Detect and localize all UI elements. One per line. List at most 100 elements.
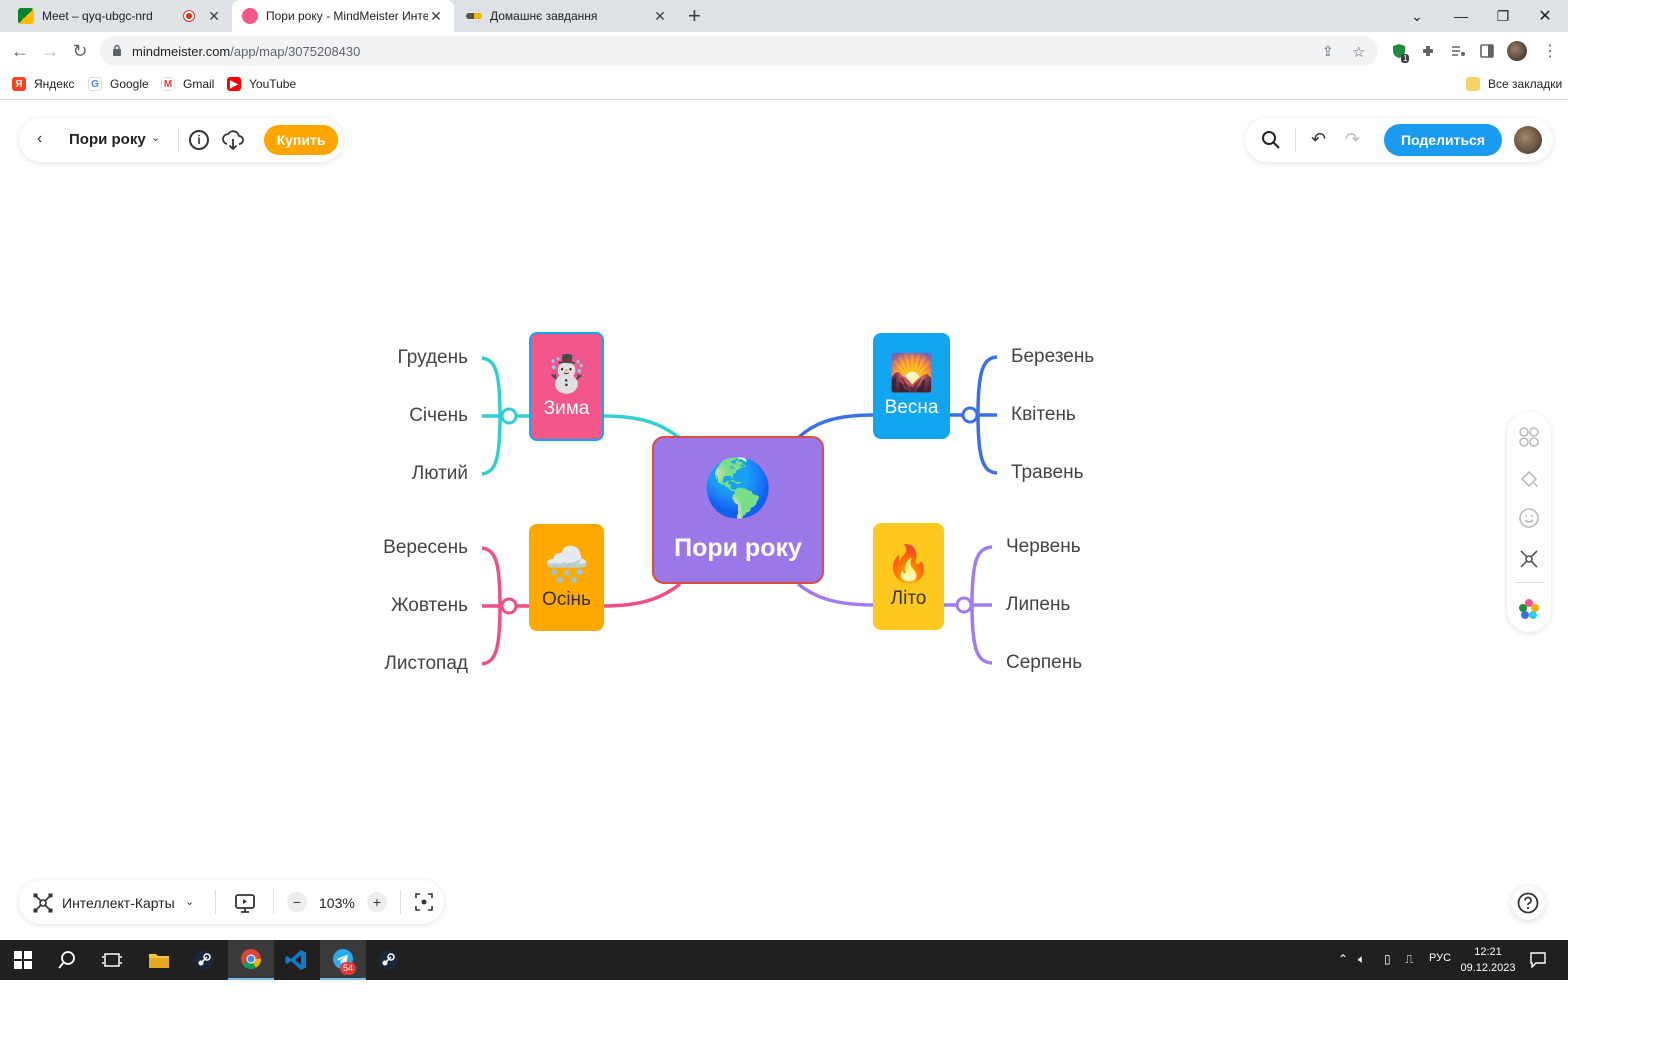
steam-icon[interactable]: [181, 940, 227, 980]
language-indicator[interactable]: РУС: [1429, 952, 1451, 964]
google-meet-icon: [18, 8, 34, 24]
clock-date: 09.12.2023: [1460, 962, 1516, 974]
topic-summer[interactable]: 🔥 Літо: [873, 523, 944, 630]
lock-icon: [113, 44, 121, 56]
extension-badge: 1: [1401, 54, 1410, 63]
bookmark-youtube[interactable]: ▶ YouTube: [227, 77, 296, 91]
search-icon[interactable]: [44, 940, 90, 980]
topic-winter[interactable]: ☃️ Зима: [529, 332, 604, 441]
profile-avatar[interactable]: [1507, 41, 1527, 61]
subtopic-september[interactable]: Вересень: [348, 537, 468, 559]
bookmark-star-icon[interactable]: ☆: [1352, 43, 1365, 61]
network-icon[interactable]: ⎍: [1405, 952, 1413, 967]
classroom-icon: [466, 13, 482, 19]
windows-taskbar: 54 ⌃ 🔈︎ ▯ ⎍ РУС 12:21 09.12.2023: [0, 940, 1568, 980]
restore-button[interactable]: ❐: [1482, 0, 1524, 32]
subtopic-june[interactable]: Червень: [1006, 536, 1081, 558]
back-icon[interactable]: ←: [10, 41, 30, 61]
gmail-icon: M: [161, 77, 175, 91]
fire-icon: 🔥: [886, 542, 931, 584]
subtopic-march[interactable]: Березень: [1011, 346, 1094, 368]
mind-map-layout-icon[interactable]: [33, 893, 53, 913]
minimize-button[interactable]: —: [1440, 0, 1482, 32]
close-tab-icon[interactable]: ✕: [652, 8, 668, 25]
subtopic-january[interactable]: Січень: [368, 405, 468, 427]
presentation-icon[interactable]: [234, 892, 256, 914]
subtopic-november[interactable]: Листопад: [348, 653, 468, 675]
chrome-taskbar-icon[interactable]: [228, 940, 274, 980]
layout-selector[interactable]: Интеллект-Карты: [62, 895, 175, 911]
task-view-icon[interactable]: [89, 940, 135, 980]
youtube-icon: ▶: [227, 77, 241, 91]
unread-badge: 54: [340, 962, 357, 975]
clock-time: 12:21: [1474, 946, 1502, 958]
central-topic[interactable]: 🌎 Пори року: [652, 436, 824, 584]
notification-icon[interactable]: [1530, 952, 1546, 968]
zoom-out-button[interactable]: −: [287, 892, 307, 912]
all-bookmarks[interactable]: Все закладки: [1466, 77, 1562, 91]
topic-label: Весна: [884, 397, 939, 418]
subtopic-october[interactable]: Жовтень: [348, 595, 468, 617]
bookmark-yandex[interactable]: Я Яндекс: [12, 77, 74, 91]
tab-search-icon[interactable]: ⌄: [1396, 0, 1438, 32]
chevron-down-icon[interactable]: ⌄: [185, 895, 194, 908]
telegram-icon[interactable]: 54: [320, 940, 366, 980]
subtopic-april[interactable]: Квітень: [1011, 404, 1076, 426]
puzzle-icon[interactable]: [1420, 43, 1436, 59]
topic-autumn[interactable]: 🌨️ Осінь: [529, 524, 604, 631]
topic-spring[interactable]: 🌄 Весна: [873, 333, 950, 439]
cloud-with-snow-icon: 🌨️: [544, 543, 589, 585]
url-text: mindmeister.com/app/map/3075208430: [132, 44, 361, 59]
clock[interactable]: 12:21 09.12.2023: [1460, 944, 1516, 976]
subtopic-august[interactable]: Серпень: [1006, 652, 1082, 674]
folder-icon: [1466, 77, 1480, 91]
subtopic-may[interactable]: Травень: [1011, 462, 1084, 484]
mind-map-canvas[interactable]: 🌎 Пори року ☃️ Зима Грудень Січень Лютий…: [0, 100, 1568, 940]
question-icon: [1517, 892, 1539, 914]
globe-americas-icon: 🌎: [703, 455, 773, 519]
vscode-icon[interactable]: [273, 940, 319, 980]
share-page-icon[interactable]: ⇪: [1322, 43, 1334, 60]
steam-icon[interactable]: [365, 940, 411, 980]
new-tab-button[interactable]: +: [688, 4, 701, 28]
tab-homework[interactable]: Домашнє завдання ✕: [456, 0, 678, 32]
sunrise-over-mountains-icon: 🌄: [889, 352, 934, 393]
side-panel-icon[interactable]: [1479, 43, 1495, 59]
windows-start-icon[interactable]: [0, 940, 46, 980]
zoom-in-button[interactable]: +: [367, 892, 387, 912]
subtopic-july[interactable]: Липень: [1006, 594, 1070, 616]
divider: [400, 890, 401, 914]
zoom-level: 103%: [319, 895, 355, 911]
tab-meet[interactable]: Meet – qyq-ubgc-nrd ✕: [8, 0, 232, 32]
bookmarks-bar: Я Яндекс G Google M Gmail ▶ YouTube Все закл…: [0, 70, 1568, 100]
central-topic-label: Пори року: [674, 533, 802, 562]
subtopic-december[interactable]: Грудень: [368, 347, 469, 369]
help-button[interactable]: [1511, 886, 1545, 920]
topic-label: Літо: [890, 587, 927, 609]
forward-icon[interactable]: →: [40, 41, 60, 61]
address-bar[interactable]: mindmeister.com/app/map/3075208430 ⇪ ☆: [100, 36, 1378, 66]
browser-menu-icon[interactable]: ⋮: [1542, 41, 1558, 61]
divider: [273, 890, 274, 914]
battery-icon[interactable]: ▯: [1384, 952, 1391, 966]
volume-icon[interactable]: 🔈︎: [1358, 952, 1365, 967]
divider: [215, 890, 216, 914]
chevron-up-icon[interactable]: ⌃: [1338, 952, 1348, 966]
tab-mindmeister[interactable]: Пори року - MindMeister Инте ✕: [232, 0, 454, 32]
navigation-bar: ← → ↻ mindmeister.com/app/map/3075208430…: [0, 32, 1568, 70]
bookmark-google[interactable]: G Google: [88, 77, 149, 91]
bookmark-gmail[interactable]: M Gmail: [161, 77, 214, 91]
close-window-button[interactable]: ✕: [1524, 0, 1566, 32]
mindmeister-icon: [242, 8, 258, 24]
media-control-icon[interactable]: [1450, 43, 1466, 59]
close-tab-icon[interactable]: ✕: [428, 8, 444, 25]
browser-tab-strip: Meet – qyq-ubgc-nrd ✕ Пори року - MindMe…: [0, 0, 1568, 32]
reload-icon[interactable]: ↻: [70, 41, 90, 61]
yandex-icon: Я: [12, 77, 26, 91]
subtopic-february[interactable]: Лютий: [368, 463, 468, 485]
topic-label: Осінь: [542, 588, 591, 610]
fit-to-screen-icon[interactable]: [415, 893, 433, 911]
view-toolbar: Интеллект-Карты ⌄ − 103% +: [19, 880, 444, 924]
file-explorer-icon[interactable]: [136, 940, 182, 980]
close-tab-icon[interactable]: ✕: [206, 8, 222, 25]
